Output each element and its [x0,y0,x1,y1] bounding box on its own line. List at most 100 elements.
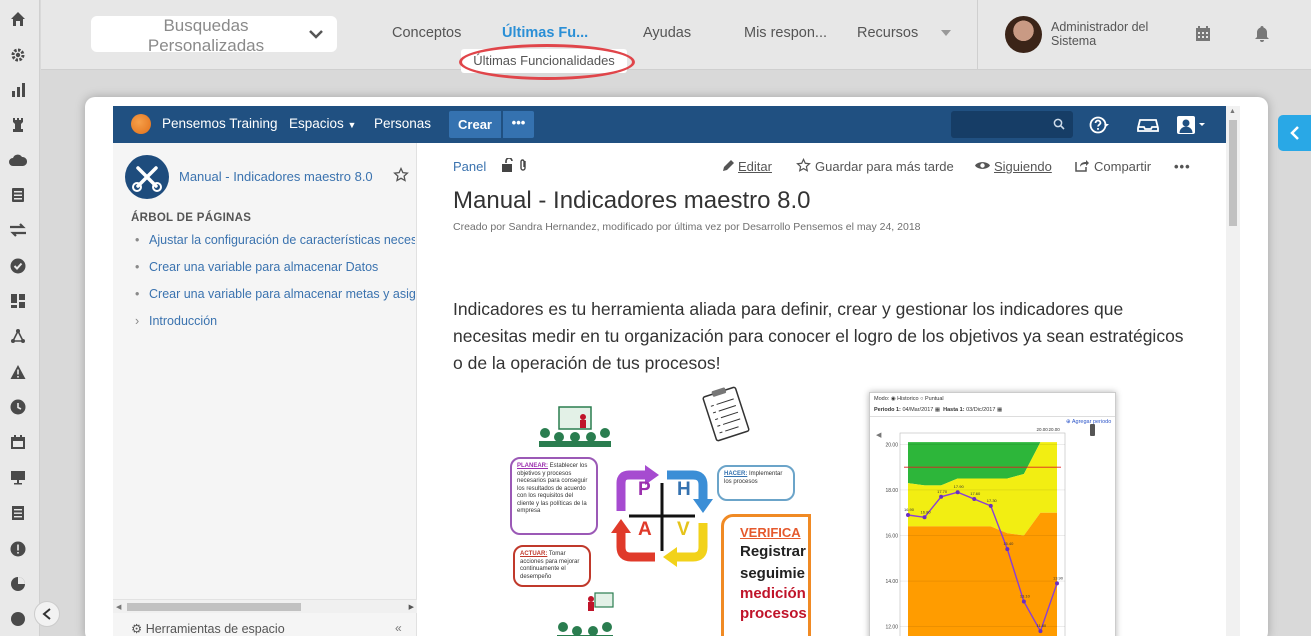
list-icon[interactable] [9,504,27,522]
check-circle-icon[interactable] [9,257,27,275]
data-point [922,515,927,520]
create-button[interactable]: Crear [449,111,501,138]
intro-paragraph: Indicadores es tu herramienta aliada par… [453,299,1184,373]
scroll-up-arrow-icon[interactable]: ▲ [1229,108,1236,115]
radio-selected-icon[interactable]: ◉ [891,396,896,402]
tree-item[interactable]: › Introducción [135,314,415,328]
top-data-label: 20.00 [1048,427,1060,432]
calendar-icon[interactable]: ▦ [935,407,940,413]
planear-text: Establecer los objetivos y procesos nece… [517,463,588,514]
watching-button[interactable]: Siguiendo [994,159,1052,174]
clock-icon[interactable] [9,398,27,416]
document-icon[interactable] [9,186,27,204]
actuar-title: ACTUAR: [520,551,548,557]
share-icon[interactable] [1074,158,1089,173]
collapse-rail-button[interactable] [34,601,60,627]
tree-item[interactable]: • Crear una variable para almacenar Datos [135,260,415,274]
avatar[interactable] [1005,16,1042,53]
nav-recursos[interactable]: Recursos [857,25,918,41]
radio-empty-icon[interactable]: ○ [920,396,923,402]
more-button[interactable]: ••• [503,111,534,138]
space-tools-button[interactable]: ⚙ Herramientas de espacio [131,621,285,636]
edit-icon[interactable] [721,158,736,173]
data-label: 16.80 [921,509,932,514]
chess-rook-icon[interactable] [9,116,27,134]
saved-searches-select[interactable]: Busquedas Personalizadas [91,16,337,55]
calendar-icon[interactable]: ▦ [997,407,1002,413]
star-icon[interactable] [393,167,409,183]
verificar-line-red: medición [740,585,806,602]
data-point [988,503,993,508]
tree-item[interactable]: • Ajustar la configuración de característ… [135,233,415,247]
nav-ultimas-funcionalidades[interactable]: Últimas Fu... [502,25,588,41]
verificar-line: Registrar [740,543,806,560]
nav-mis-responsabilidades[interactable]: Mis respon... [744,25,827,41]
left-icon-rail [0,0,40,636]
dashboard-icon[interactable] [9,292,27,310]
y-tick-label: 18.00 [885,488,898,494]
nav-conceptos[interactable]: Conceptos [392,25,461,41]
calendar-icon[interactable] [9,433,27,451]
mode-historico[interactable]: Historico [897,396,918,402]
network-icon[interactable] [9,327,27,345]
breadcrumb[interactable]: Panel [453,159,486,174]
home-icon[interactable] [9,10,27,28]
search-icon [1053,118,1065,130]
unlock-icon[interactable] [501,158,514,172]
user-name[interactable]: Administrador del Sistema [1051,20,1171,48]
scrollbar-thumb[interactable] [127,603,301,611]
period-label: Periodo 1: [874,407,901,413]
presentation-icon[interactable] [9,468,27,486]
circle-icon[interactable] [9,610,27,628]
star-icon[interactable] [796,158,811,173]
scroll-right-arrow-icon[interactable]: ▶ [409,603,414,611]
nav-personas[interactable]: Personas [374,116,431,131]
y-tick-label: 16.00 [885,534,898,540]
date-to[interactable]: 03/Dic/2017 [966,407,995,413]
user-menu-icon[interactable] [1175,115,1207,135]
page-vertical-scrollbar[interactable]: ▲ [1226,106,1240,636]
space-logo[interactable] [125,155,169,199]
bell-icon[interactable] [1253,25,1271,43]
collapse-sidebar-icon[interactable]: « [395,621,402,635]
space-name[interactable]: Manual - Indicadores maestro 8.0 [179,169,373,184]
nav-espacios[interactable]: Espacios ▼ [289,116,356,131]
alert-circle-icon[interactable] [9,540,27,558]
more-actions-button[interactable]: ••• [1174,159,1191,174]
scroll-left-arrow-icon[interactable]: ◀ [116,603,121,611]
date-from[interactable]: 04/Mar/2017 [902,407,933,413]
tree-item[interactable]: • Crear una variable para almacenar metas… [135,287,415,301]
tools-icon [132,166,162,192]
warning-icon[interactable] [9,363,27,381]
mode-puntual[interactable]: Puntual [925,396,944,402]
brand-name[interactable]: Pensemos Training [162,116,278,131]
scrollbar-thumb[interactable] [1229,120,1237,226]
attachment-icon[interactable] [517,158,530,172]
side-panel-toggle[interactable] [1278,115,1311,151]
nav-more-caret-icon[interactable] [941,30,951,36]
chevron-left-icon [1289,126,1299,140]
nav-ayudas[interactable]: Ayudas [643,25,691,41]
eye-icon[interactable] [974,158,991,173]
gear-icon[interactable] [9,46,27,64]
edit-button[interactable]: Editar [738,159,772,174]
confluence-logo-icon[interactable] [131,114,151,134]
verificar-box: VERIFICA Registrar seguimie medición pro… [721,514,811,636]
inbox-icon[interactable] [1137,115,1159,135]
tree-bullet: • [135,287,140,301]
letter-v: V [677,519,690,540]
share-button[interactable]: Compartir [1094,159,1151,174]
calendar-icon[interactable] [1194,25,1212,43]
save-for-later-button[interactable]: Guardar para más tarde [815,159,954,174]
bar-chart-icon[interactable] [9,81,27,99]
cloud-icon[interactable] [9,151,27,169]
transfer-icon[interactable] [9,221,27,239]
space-sidebar: Manual - Indicadores maestro 8.0 ÁRBOL D… [113,143,417,636]
data-point [972,497,977,502]
sidebar-horizontal-scrollbar[interactable]: ◀ ▶ [113,599,417,613]
pie-chart-icon[interactable] [9,575,27,593]
divider [977,0,978,70]
search-input[interactable] [951,111,1073,138]
page-title: Manual - Indicadores maestro 8.0 [453,187,811,214]
help-icon[interactable] [1089,115,1111,135]
